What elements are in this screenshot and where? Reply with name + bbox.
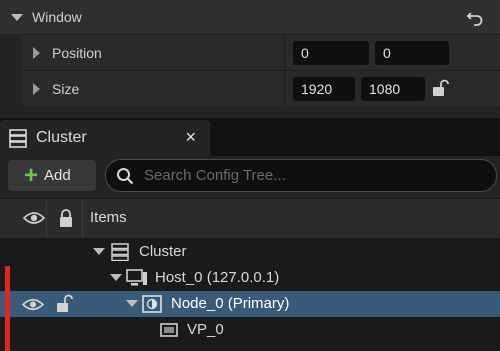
cluster-tab-bar: Cluster × [0,118,500,156]
tree-item-label: Node_0 (Primary) [171,295,290,312]
tree-item-host[interactable]: Host_0 (127.0.0.1) [0,265,500,291]
lock-aspect-ratio-icon[interactable] [432,79,450,97]
search-icon [117,167,134,184]
position-y-field[interactable]: 0 [375,41,449,65]
items-column-header[interactable]: Items [90,209,127,226]
red-highlight-marker [5,266,10,351]
size-height-field[interactable]: 1080 [361,77,425,101]
node-icon [142,295,162,313]
config-tree: Cluster Host_0 (127.0.0.1) Node_0 (Prima… [0,238,500,351]
host-computer-icon [126,269,147,286]
tree-item-label: Host_0 (127.0.0.1) [155,269,280,286]
expand-arrow-icon[interactable] [126,300,138,307]
search-box[interactable] [105,159,497,192]
tree-item-viewport[interactable]: VP_0 [0,317,500,343]
visibility-column-eye-icon[interactable] [23,210,45,226]
position-label: Position [52,44,102,61]
tab-cluster[interactable]: Cluster × [0,120,210,156]
close-tab-icon[interactable]: × [185,128,196,146]
column-divider [82,199,83,239]
viewport-icon [160,323,178,337]
tree-item-cluster[interactable]: Cluster [0,239,500,265]
tree-item-node[interactable]: Node_0 (Primary) [0,291,500,317]
window-details-panel: Window Position 0 0 Size 1920 1080 [0,0,500,118]
tab-title: Cluster [36,129,87,146]
size-label: Size [52,80,80,97]
expand-arrow-icon[interactable] [33,82,40,95]
plus-icon: + [24,161,39,189]
expand-arrow-icon[interactable] [110,274,122,281]
window-section-header[interactable]: Window [0,0,500,34]
cluster-toolbar: + Add [0,156,500,198]
unlocked-icon[interactable] [56,294,74,313]
add-button[interactable]: + Add [8,160,96,191]
add-button-label: Add [44,167,71,184]
size-width-field[interactable]: 1920 [293,77,355,101]
search-input[interactable] [142,166,496,185]
tree-item-label: Cluster [139,243,187,260]
tree-item-label: VP_0 [187,321,224,338]
lock-column-icon[interactable] [58,208,74,228]
reset-to-default-icon[interactable] [466,8,484,26]
column-divider [284,35,285,70]
column-divider [46,199,47,239]
tree-column-header: Items [0,198,500,239]
visibility-eye-icon[interactable] [22,297,44,312]
collapse-arrow-icon[interactable] [11,13,23,21]
expand-arrow-icon[interactable] [93,248,105,255]
expand-arrow-icon[interactable] [33,46,40,59]
column-divider [284,71,285,106]
cluster-icon [111,243,129,261]
position-x-field[interactable]: 0 [293,41,369,65]
window-section-title: Window [32,9,82,25]
property-row-size[interactable]: Size 1920 1080 [22,70,500,106]
cluster-icon [9,129,27,148]
property-row-position[interactable]: Position 0 0 [22,34,500,70]
